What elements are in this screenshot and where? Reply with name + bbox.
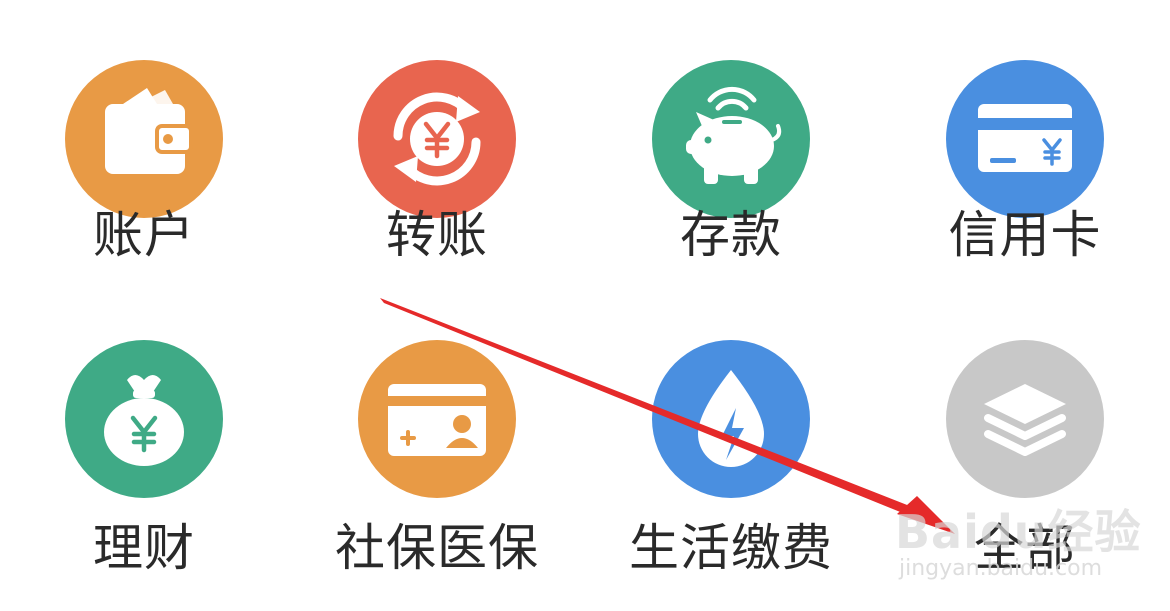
id-card-icon [358,340,516,498]
menu-item-credit-card[interactable]: 信用卡 [905,30,1145,300]
menu-item-utilities[interactable]: 生活缴费 [611,340,851,610]
menu-item-label: 存款 [680,206,782,264]
transfer-yuan-icon [358,60,516,218]
menu-item-label: 生活缴费 [629,519,833,577]
menu-item-label: 转账 [386,206,488,264]
money-bag-icon [65,340,223,498]
menu-item-deposit[interactable]: 存款 [611,30,851,300]
menu-item-social-security[interactable]: 社保医保 [317,340,557,610]
layers-icon [946,340,1104,498]
menu-item-label: 全部 [974,519,1076,577]
wallet-icon [65,60,223,218]
menu-item-wealth[interactable]: 理财 [24,340,264,610]
water-drop-bolt-icon [652,340,810,498]
function-grid: 账户 转账 存款 信用卡 理财 社保医保 生活缴费 全部 [0,0,1170,611]
menu-item-transfer[interactable]: 转账 [317,30,557,300]
menu-item-label: 社保医保 [335,519,539,577]
menu-item-label: 理财 [93,519,195,577]
menu-item-all[interactable]: 全部 [905,340,1145,610]
menu-item-account[interactable]: 账户 [24,30,264,300]
credit-card-icon [946,60,1104,218]
menu-item-label: 信用卡 [948,206,1102,264]
menu-item-label: 账户 [93,206,195,264]
piggy-bank-icon [652,60,810,218]
